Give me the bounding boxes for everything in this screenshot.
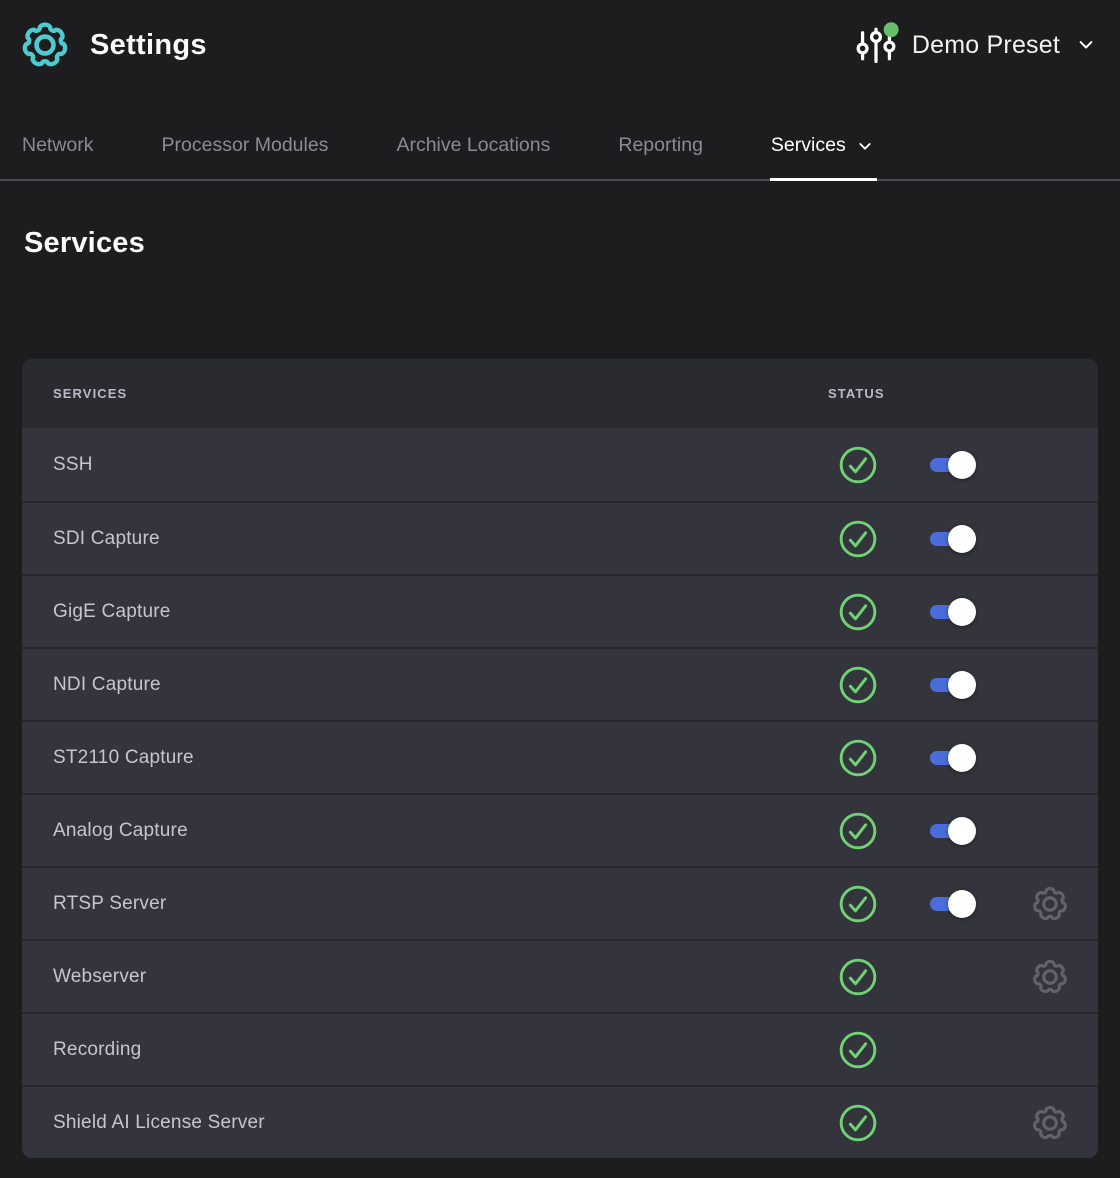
service-toggle[interactable] (930, 598, 976, 626)
section-title: Services (24, 227, 1120, 260)
tab-label: Reporting (618, 134, 703, 157)
green-dot (884, 22, 899, 37)
service-name-label: NDI Capture (53, 674, 161, 696)
service-toggle[interactable] (930, 744, 976, 772)
check-circle-icon (838, 957, 878, 997)
table-row: Webserver (22, 939, 1098, 1012)
service-toggle[interactable] (930, 890, 976, 918)
check-circle-icon (838, 811, 878, 851)
app-header-left: Settings (20, 20, 207, 70)
toggle-knob (948, 817, 976, 845)
services-table-header: SERVICES STATUS (22, 359, 1098, 428)
service-name-label: Recording (53, 1039, 141, 1061)
service-settings-gear-icon[interactable] (1031, 958, 1069, 996)
tab-archive-locations[interactable]: Archive Locations (396, 134, 550, 179)
check-circle-icon (838, 519, 878, 559)
toggle-knob (948, 525, 976, 553)
chevron-down-icon (857, 138, 873, 154)
services-table-body: SSH SDI Capture GigE Capture (22, 428, 1098, 1158)
toggle-knob (948, 451, 976, 479)
preset-name-label: Demo Preset (912, 31, 1060, 60)
table-row: NDI Capture (22, 647, 1098, 720)
service-name-label: Analog Capture (53, 820, 188, 842)
tab-processor-modules[interactable]: Processor Modules (162, 134, 329, 179)
page-title: Settings (90, 29, 207, 62)
table-row: GigE Capture (22, 574, 1098, 647)
services-table: SERVICES STATUS SSH SDI Capture (22, 359, 1098, 1158)
gear-icon (20, 20, 70, 70)
service-name-label: GigE Capture (53, 601, 171, 623)
check-circle-icon (838, 738, 878, 778)
check-circle-icon (838, 1030, 878, 1070)
tab-services[interactable]: Services (771, 134, 873, 179)
service-name-label: SSH (53, 454, 93, 476)
sliders-icon (853, 22, 899, 68)
toggle-knob (948, 598, 976, 626)
service-name-label: SDI Capture (53, 528, 160, 550)
tab-label: Processor Modules (162, 134, 329, 157)
service-toggle[interactable] (930, 525, 976, 553)
column-header-services: SERVICES (53, 386, 127, 401)
service-settings-gear-icon[interactable] (1031, 1104, 1069, 1142)
table-row: Analog Capture (22, 793, 1098, 866)
check-circle-icon (838, 1103, 878, 1143)
toggle-knob (948, 744, 976, 772)
tab-bar: Network Processor Modules Archive Locati… (0, 124, 1120, 181)
app-header: Settings Demo Preset (0, 0, 1120, 76)
table-row: RTSP Server (22, 866, 1098, 939)
tab-label: Archive Locations (396, 134, 550, 157)
table-row: Recording (22, 1012, 1098, 1085)
toggle-knob (948, 890, 976, 918)
service-toggle[interactable] (930, 817, 976, 845)
check-circle-icon (838, 665, 878, 705)
table-row: SSH (22, 428, 1098, 501)
check-circle-icon (838, 445, 878, 485)
service-settings-gear-icon[interactable] (1031, 885, 1069, 923)
check-circle-icon (838, 592, 878, 632)
service-name-label: ST2110 Capture (53, 747, 194, 769)
tab-reporting[interactable]: Reporting (618, 134, 703, 179)
column-header-status: STATUS (828, 386, 885, 401)
preset-selector[interactable]: Demo Preset (853, 22, 1096, 68)
toggle-knob (948, 671, 976, 699)
table-row: SDI Capture (22, 501, 1098, 574)
tab-network[interactable]: Network (22, 134, 94, 179)
check-circle-icon (838, 884, 878, 924)
service-toggle[interactable] (930, 451, 976, 479)
service-name-label: Shield AI License Server (53, 1112, 265, 1134)
tab-label: Services (771, 134, 846, 157)
service-name-label: Webserver (53, 966, 146, 988)
chevron-down-icon (1076, 35, 1096, 55)
service-toggle[interactable] (930, 671, 976, 699)
tab-label: Network (22, 134, 94, 157)
table-row: Shield AI License Server (22, 1085, 1098, 1158)
service-name-label: RTSP Server (53, 893, 166, 915)
table-row: ST2110 Capture (22, 720, 1098, 793)
